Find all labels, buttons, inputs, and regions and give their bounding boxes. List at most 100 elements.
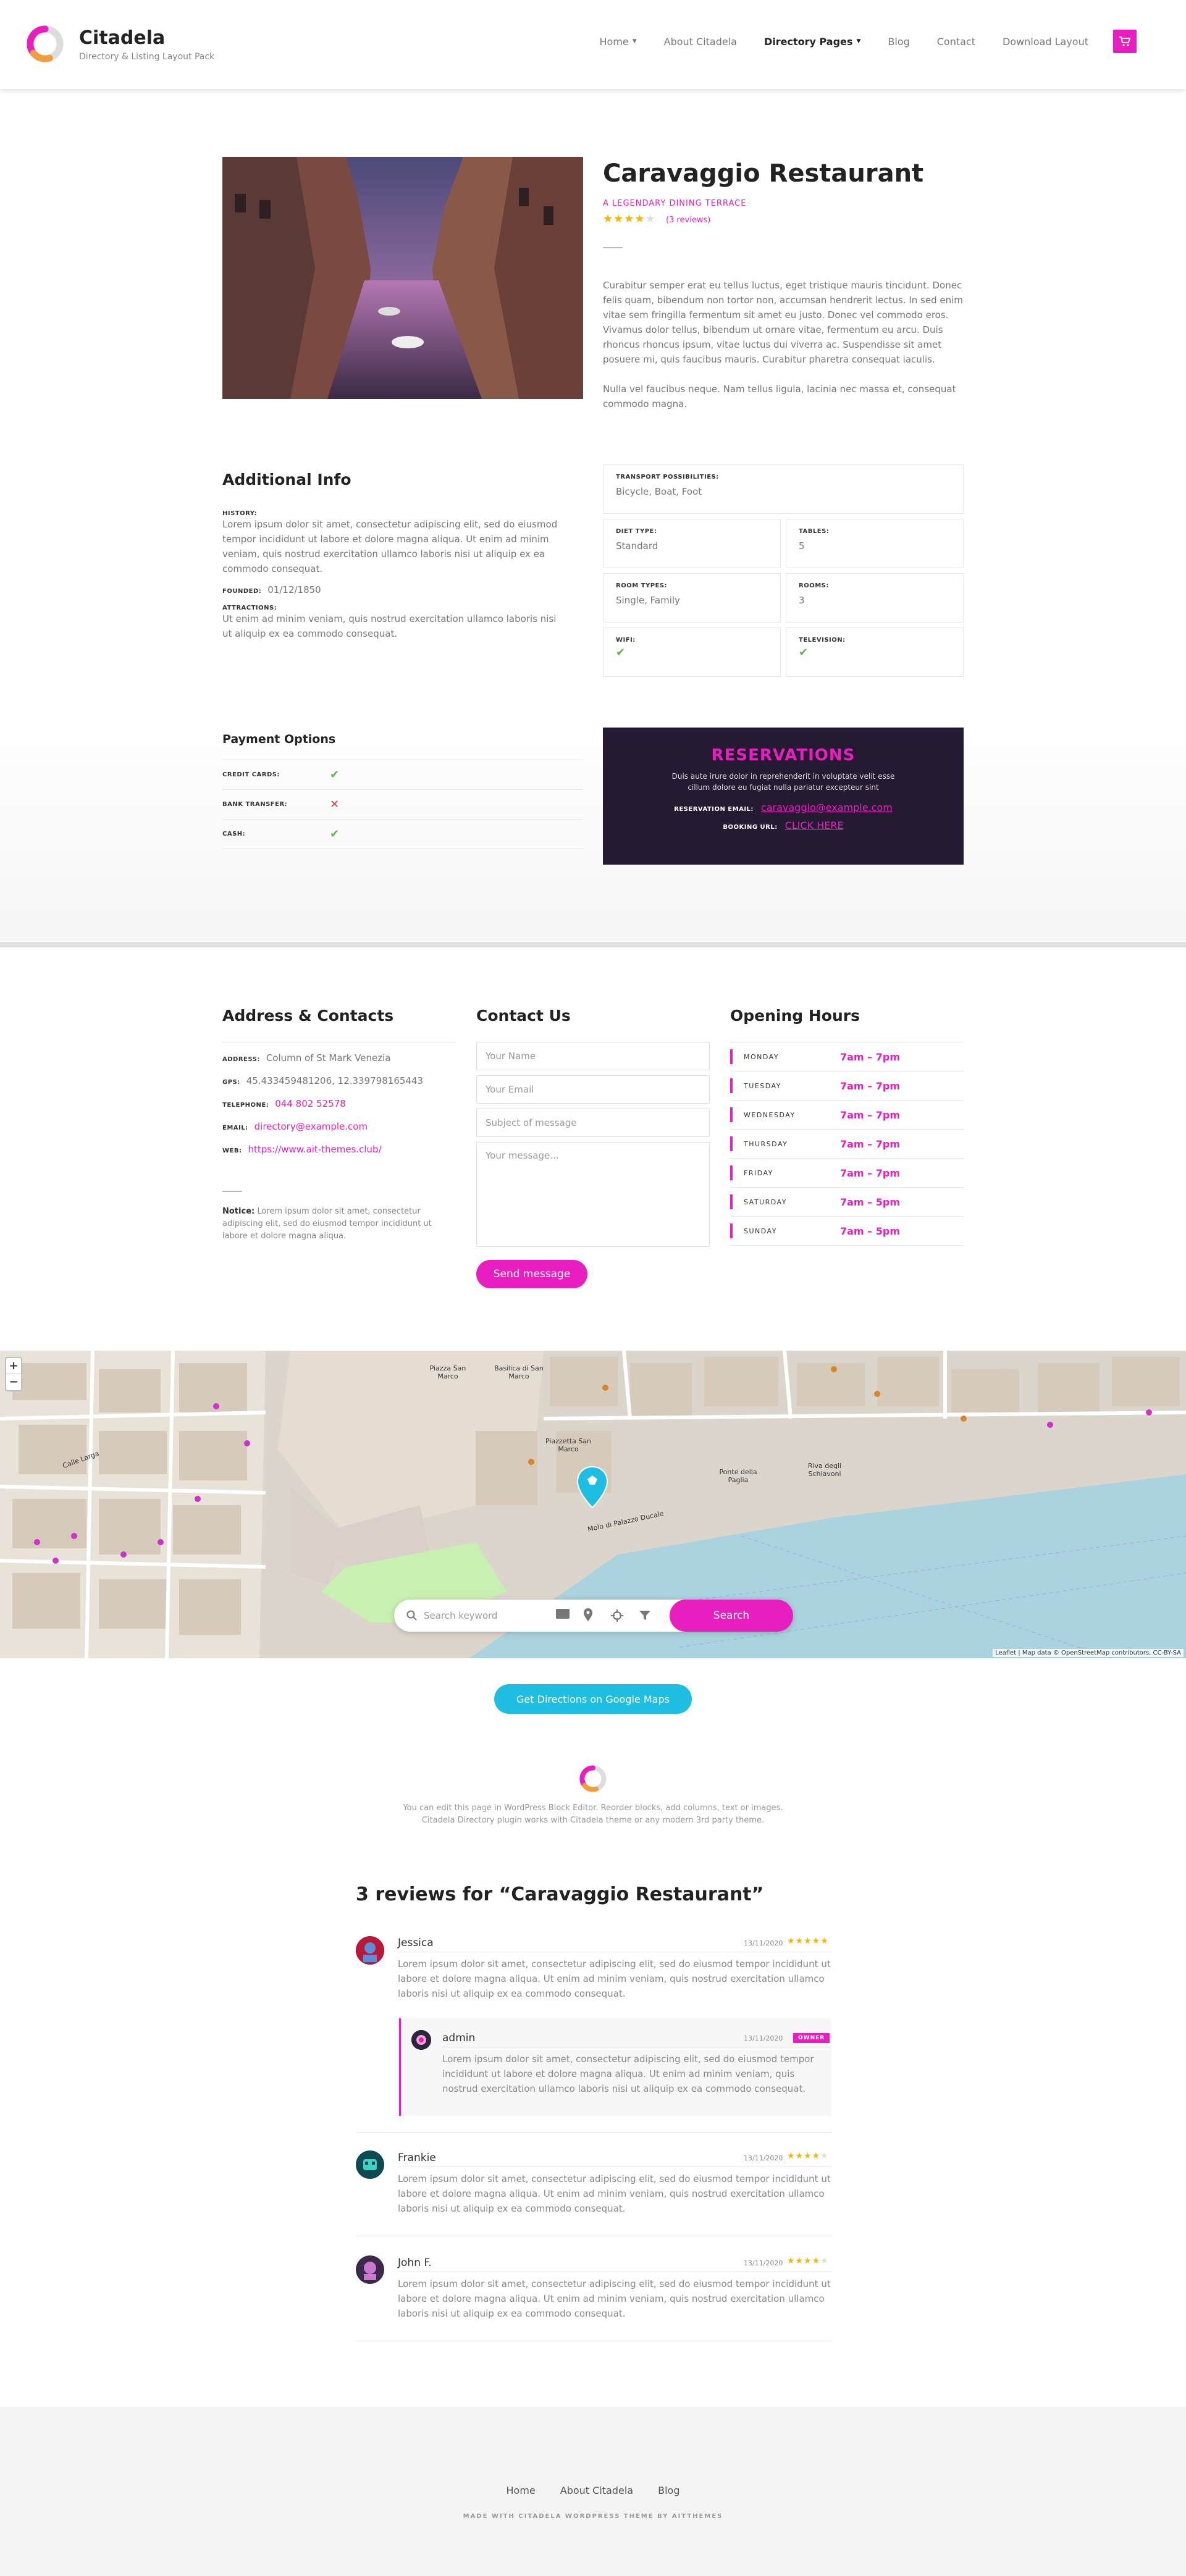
map-label-riva: Riva degli Schiavoni xyxy=(807,1462,842,1478)
zoom-out-button[interactable]: − xyxy=(6,1374,21,1390)
hours-day: SUNDAY xyxy=(744,1227,777,1235)
review-date: 13/11/2020 xyxy=(744,2034,783,2042)
listing-subtitle: A LEGENDARY DINING TERRACE xyxy=(603,199,747,208)
subject-field[interactable]: Subject of message xyxy=(476,1109,710,1137)
hours-time: 7am – 7pm xyxy=(840,1167,900,1179)
address-heading: Address & Contacts xyxy=(222,1007,394,1025)
zoom-in-button[interactable]: + xyxy=(6,1358,21,1374)
hours-day: THURSDAY xyxy=(744,1139,788,1148)
citadela-logo-small xyxy=(579,1765,607,1792)
hours-accent-bar xyxy=(730,1136,733,1151)
booking-url-row: BOOKING URL: CLICK HERE xyxy=(603,820,964,831)
founded-label: FOUNDED: xyxy=(222,588,262,595)
nav-download-layout[interactable]: Download Layout xyxy=(1003,36,1088,48)
telephone-link[interactable]: 044 802 52578 xyxy=(275,1098,346,1109)
check-icon: ✔ xyxy=(330,768,340,781)
reviews-count-link[interactable]: (3 reviews) xyxy=(666,216,710,225)
tables-label: TABLES: xyxy=(799,528,830,535)
payment-row: CREDIT CARDS: ✔ xyxy=(222,760,583,790)
nav-contact[interactable]: Contact xyxy=(937,36,975,48)
gps-value: 45.433459481206, 12.339798165443 xyxy=(246,1075,424,1086)
booking-url-link[interactable]: CLICK HERE xyxy=(785,820,844,831)
hours-time: 7am – 7pm xyxy=(840,1051,900,1063)
map-attribution[interactable]: Leaflet | Map data © OpenStreetMap contr… xyxy=(993,1649,1184,1657)
blurb-line: You can edit this page in WordPress Bloc… xyxy=(403,1803,783,1813)
email-field[interactable]: Your Email xyxy=(476,1075,710,1104)
avatar-image xyxy=(356,2150,384,2179)
keyword-search-input[interactable]: Search keyword xyxy=(424,1610,609,1621)
hours-time: 7am – 7pm xyxy=(840,1109,900,1121)
nav-contact-label: Contact xyxy=(936,35,975,48)
notice-label: Notice: xyxy=(222,1207,255,1216)
hours-time: 7am – 5pm xyxy=(840,1196,900,1208)
contact-heading: Contact Us xyxy=(476,1007,571,1025)
location-pin-icon[interactable] xyxy=(583,1608,593,1622)
diet-value: Standard xyxy=(616,540,658,552)
email-link[interactable]: directory@example.com xyxy=(254,1121,368,1132)
attractions-label: ATTRACTIONS: xyxy=(222,605,277,611)
section-divider xyxy=(0,942,1186,947)
review-rating-stars: ★★★★★ xyxy=(787,2256,829,2266)
listing-rating-stars: ★★★★★ xyxy=(603,212,656,225)
wifi-box: WIFI: ✔ xyxy=(603,627,781,677)
room-types-value: Single, Family xyxy=(616,595,680,606)
location-map[interactable]: Piazza San Marco Basilica di San Marco P… xyxy=(0,1351,1186,1658)
nav-blog[interactable]: Blog xyxy=(888,36,909,48)
brand-name[interactable]: Citadela xyxy=(79,27,165,49)
address-row: ADDRESS: Column of St Mark Venezia xyxy=(222,1052,391,1064)
web-link[interactable]: https://www.ait-themes.club/ xyxy=(248,1144,381,1155)
folder-icon[interactable] xyxy=(556,1609,570,1619)
hours-time: 7am – 7pm xyxy=(840,1138,900,1150)
send-message-button[interactable]: Send message xyxy=(476,1260,587,1288)
review-text: Lorem ipsum dolor sit amet, consectetur … xyxy=(398,1958,831,1999)
google-maps-directions-button[interactable]: Get Directions on Google Maps xyxy=(494,1684,692,1714)
title-divider xyxy=(603,247,623,248)
check-icon: ✔ xyxy=(799,646,809,659)
cross-icon: ✕ xyxy=(330,798,340,811)
nav-directory-pages[interactable]: Directory Pages ▼ xyxy=(764,36,860,48)
hours-row: FRIDAY 7am – 7pm xyxy=(730,1159,964,1188)
additional-info-left: HISTORY: Lorem ipsum dolor sit amet, con… xyxy=(222,510,562,641)
tables-box: TABLES: 5 xyxy=(786,519,964,568)
history-value: Lorem ipsum dolor sit amet, consectetur … xyxy=(222,519,558,574)
payment-label: CASH: xyxy=(222,831,246,837)
map-label-piazza-san-marco: Piazza San Marco xyxy=(429,1364,466,1380)
telephone-label: TELEPHONE: xyxy=(222,1102,269,1109)
footer-link-home[interactable]: Home xyxy=(507,2485,536,2496)
reservations-text: Duis aute irure dolor in reprehenderit i… xyxy=(671,772,895,792)
room-types-box: ROOM TYPES: Single, Family xyxy=(603,573,781,623)
name-field[interactable]: Your Name xyxy=(476,1042,710,1070)
nav-about[interactable]: About Citadela xyxy=(664,36,737,48)
diet-label: DIET TYPE: xyxy=(616,528,657,535)
avatar-image xyxy=(356,1936,384,1965)
site-footer: Home About Citadela Blog MADE WITH CITAD… xyxy=(0,2407,1186,2576)
map-zoom-control: + − xyxy=(5,1357,22,1391)
map-label-ponte: Ponte della Paglia xyxy=(719,1468,757,1484)
reservation-email-link[interactable]: caravaggio@example.com xyxy=(761,802,893,813)
map-search-button[interactable]: Search xyxy=(670,1600,793,1632)
citadela-logo[interactable] xyxy=(25,23,65,64)
transport-value: Bicycle, Boat, Foot xyxy=(616,486,702,497)
cart-button[interactable] xyxy=(1113,30,1137,53)
founded-value: 01/12/1850 xyxy=(267,584,321,595)
review-date: 13/11/2020 xyxy=(744,1939,783,1947)
gps-row: GPS: 45.433459481206, 12.339798165443 xyxy=(222,1075,423,1086)
message-textarea[interactable]: Your message... xyxy=(476,1142,710,1247)
blurb-line: Citadela Directory plugin works with Cit… xyxy=(421,1816,765,1825)
rooms-label: ROOMS: xyxy=(799,582,829,589)
footer-link-blog[interactable]: Blog xyxy=(658,2485,679,2496)
nav-blog-label: Blog xyxy=(888,35,910,48)
notice-divider xyxy=(222,1191,242,1192)
listing-section xyxy=(0,89,1186,941)
chevron-down-icon: ▼ xyxy=(632,38,637,44)
tables-value: 5 xyxy=(799,540,805,552)
payment-options-heading: Payment Options xyxy=(222,732,336,746)
crosshair-icon[interactable] xyxy=(610,1609,624,1622)
nav-home[interactable]: Home ▼ xyxy=(599,36,636,48)
listing-featured-image[interactable] xyxy=(222,157,583,399)
address-divider xyxy=(222,1042,456,1043)
map-marker-icon[interactable] xyxy=(576,1466,608,1509)
map-search-bar: Search keyword Search xyxy=(394,1600,793,1632)
footer-link-about[interactable]: About Citadela xyxy=(560,2485,633,2496)
filter-icon[interactable] xyxy=(639,1609,651,1622)
